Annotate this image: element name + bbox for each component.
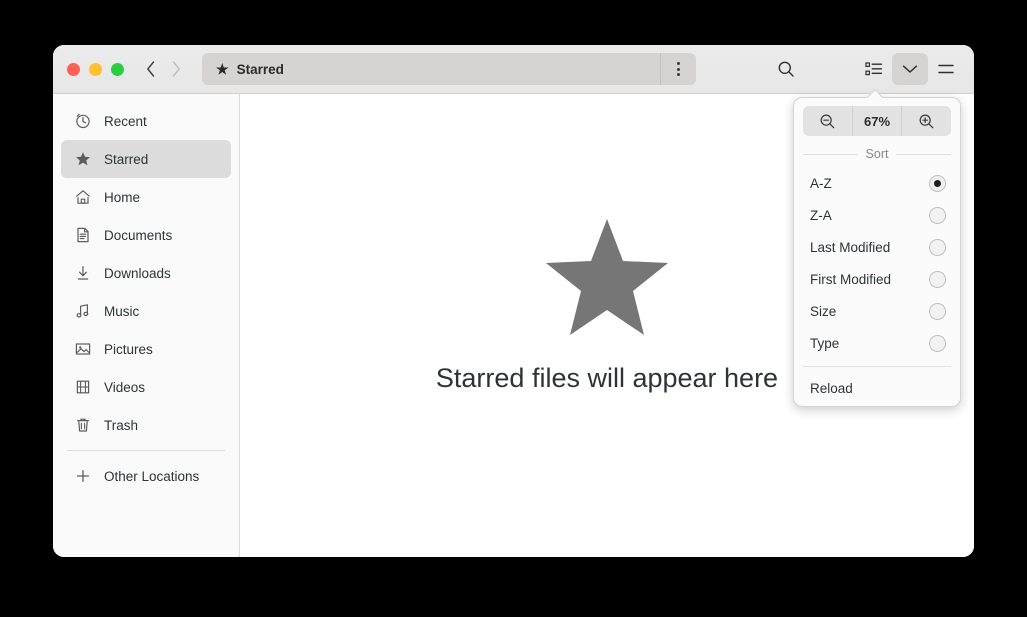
window-controls [67, 62, 124, 76]
view-options-button[interactable] [892, 53, 928, 85]
sidebar-item-label: Trash [104, 417, 139, 433]
sort-option-label: Z-A [810, 207, 832, 223]
list-view-button[interactable] [856, 53, 892, 85]
sidebar-item-label: Documents [104, 227, 173, 243]
sidebar-item-downloads[interactable]: Downloads [61, 254, 231, 292]
reload-label: Reload [810, 380, 853, 396]
zoom-out-icon [820, 114, 835, 128]
empty-state-message: Starred files will appear here [435, 363, 779, 393]
sidebar-item-label: Videos [104, 379, 146, 395]
sort-option-z-a[interactable]: Z-A [794, 199, 960, 231]
header-bar: ★ Starred [53, 45, 974, 94]
sidebar-item-label: Starred [104, 151, 149, 167]
zoom-level: 67% [851, 106, 902, 136]
zoom-control: 67% [803, 106, 951, 136]
minimize-button[interactable] [89, 62, 102, 76]
chevron-right-icon [172, 61, 180, 77]
sort-option-last-modified[interactable]: Last Modified [794, 231, 960, 263]
zoom-level-text: 67% [863, 113, 891, 129]
sort-option-first-modified[interactable]: First Modified [794, 263, 960, 295]
download-icon [75, 265, 91, 281]
view-options-popover: 67% Sort A-Z Z-A Last Modified First Mod… [793, 97, 961, 407]
sidebar-item-starred[interactable]: Starred [61, 140, 231, 178]
sort-option-label: Size [810, 303, 837, 319]
forward-button[interactable] [163, 54, 189, 84]
sidebar-item-label: Home [104, 189, 141, 205]
popover-arrow [866, 89, 884, 98]
radio-button[interactable] [929, 238, 946, 256]
sidebar-item-trash[interactable]: Trash [61, 406, 231, 444]
sidebar-item-documents[interactable]: Documents [61, 216, 231, 254]
sort-option-type[interactable]: Type [794, 327, 960, 359]
path-current-location[interactable]: ★ Starred [202, 62, 284, 77]
sort-option-label: First Modified [810, 271, 892, 287]
path-label-text: Starred [236, 61, 284, 77]
home-icon [75, 189, 91, 205]
zoom-in-button[interactable] [901, 106, 951, 136]
reload-button[interactable]: Reload [794, 374, 960, 406]
empty-state-star-icon [544, 217, 670, 341]
navigation-buttons [137, 54, 189, 84]
path-options-button[interactable] [660, 53, 696, 85]
sidebar-item-recent[interactable]: Recent [61, 102, 231, 140]
sidebar-item-label: Pictures [104, 341, 153, 357]
plus-icon [75, 468, 91, 484]
sidebar-divider [67, 450, 225, 451]
sort-option-label: Last Modified [810, 239, 891, 255]
star-icon [75, 151, 91, 167]
maximize-button[interactable] [111, 62, 124, 76]
radio-button[interactable] [929, 206, 946, 224]
sidebar-item-music[interactable]: Music [61, 292, 231, 330]
sort-option-a-z[interactable]: A-Z [794, 167, 960, 199]
clock-icon [75, 113, 91, 129]
more-options-icon [677, 62, 680, 65]
header-actions [768, 53, 974, 85]
file-manager-window: ★ Starred Recent Starred Home Documents … [53, 45, 974, 557]
search-button[interactable] [768, 53, 804, 85]
zoom-in-icon [919, 114, 934, 128]
sidebar-item-label: Other Locations [104, 468, 200, 484]
sort-section-header: Sort [803, 147, 951, 161]
trash-icon [75, 417, 91, 433]
sidebar-item-label: Downloads [104, 265, 171, 281]
chevron-down-icon [902, 65, 918, 73]
more-options-icon [677, 73, 680, 76]
radio-button[interactable] [929, 334, 946, 352]
list-view-icon [865, 62, 883, 76]
video-icon [75, 379, 91, 395]
sort-label: Sort [865, 147, 889, 161]
sidebar-item-home[interactable]: Home [61, 178, 231, 216]
star-icon: ★ [216, 61, 229, 77]
sort-rule-right [896, 153, 951, 155]
sort-option-label: A-Z [810, 175, 832, 191]
search-icon [778, 61, 794, 77]
radio-button[interactable] [929, 302, 946, 320]
path-bar[interactable]: ★ Starred [202, 53, 696, 85]
sidebar-item-videos[interactable]: Videos [61, 368, 231, 406]
document-icon [75, 227, 91, 243]
chevron-left-icon [146, 61, 154, 77]
sort-option-size[interactable]: Size [794, 295, 960, 327]
sort-option-label: Type [810, 335, 840, 351]
sidebar-item-pictures[interactable]: Pictures [61, 330, 231, 368]
sidebar: Recent Starred Home Documents Downloads … [53, 94, 240, 557]
sidebar-item-label: Music [104, 303, 140, 319]
radio-button[interactable] [929, 270, 946, 288]
close-button[interactable] [67, 62, 80, 76]
main-menu-button[interactable] [928, 53, 964, 85]
picture-icon [75, 341, 91, 357]
sidebar-item-label: Recent [104, 113, 147, 129]
popover-divider [803, 366, 951, 367]
music-icon [75, 303, 91, 319]
hamburger-menu-icon [938, 64, 954, 74]
more-options-icon [677, 67, 680, 71]
zoom-out-button[interactable] [803, 106, 852, 136]
sort-rule-left [803, 153, 858, 155]
radio-button[interactable] [929, 174, 946, 192]
back-button[interactable] [137, 54, 163, 84]
sidebar-item-other-locations[interactable]: Other Locations [61, 457, 231, 495]
